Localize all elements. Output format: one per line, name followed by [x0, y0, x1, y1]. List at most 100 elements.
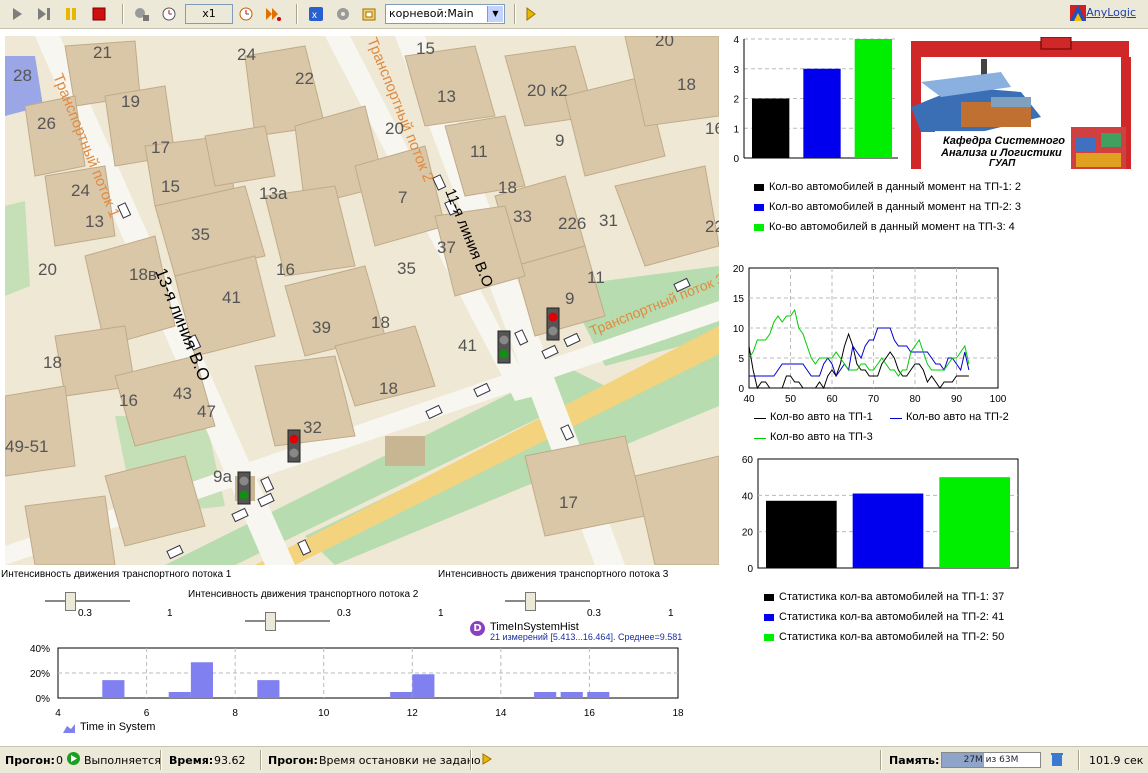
y-tick-label: 0% — [36, 694, 51, 705]
speed-field[interactable]: x1 — [185, 4, 233, 24]
building-number: 20 — [385, 119, 404, 138]
run-until-small-icon[interactable] — [481, 753, 493, 768]
faster-icon[interactable] — [237, 5, 255, 23]
slider-2-title: Интенсивность движения транспортного пот… — [188, 589, 419, 600]
settings-icon[interactable] — [334, 5, 352, 23]
trash-icon[interactable] — [1050, 752, 1064, 770]
slider-1-max: 1 — [167, 608, 173, 619]
toolbar: x1 x корневой:Main ▼ AnyLogic — [0, 0, 1148, 29]
building-number: 16 — [119, 391, 138, 410]
slider-1-thumb[interactable] — [65, 592, 76, 611]
stop-icon[interactable] — [90, 5, 108, 23]
x-tick-label: 8 — [232, 708, 238, 719]
logo-title-line-1: Кафедра Системного — [943, 135, 1065, 147]
anylogic-logo-icon — [1070, 5, 1086, 21]
legend-swatch — [754, 184, 764, 191]
histogram-bar — [168, 692, 191, 698]
building-number: 226 — [558, 214, 586, 233]
x-tick-label: 50 — [785, 394, 797, 405]
building-number: 17 — [559, 493, 578, 512]
histogram-bar — [587, 692, 610, 698]
chart-histogram: 4 6 8 10 12 14 16 18 40% 20% 0% — [30, 644, 684, 719]
step-icon[interactable] — [35, 5, 53, 23]
root-combo[interactable]: корневой:Main ▼ — [385, 4, 505, 24]
slider-3[interactable] — [505, 592, 590, 611]
histogram-legend-icon — [63, 723, 75, 733]
histogram-bar — [560, 692, 583, 698]
building-number: 7 — [398, 188, 407, 207]
pause-icon[interactable] — [62, 5, 80, 23]
building-number: 15 — [416, 39, 435, 58]
y-tick-label: 0 — [733, 154, 739, 165]
y-tick-label: 5 — [738, 354, 744, 365]
building-number: 13а — [259, 184, 288, 203]
slider-2[interactable] — [245, 612, 330, 631]
histogram-bar — [534, 692, 557, 698]
view-icon[interactable] — [361, 5, 379, 23]
anylogic-link[interactable]: AnyLogic — [1086, 6, 1136, 19]
export-icon[interactable] — [522, 5, 540, 23]
building-number: 13 — [85, 212, 104, 231]
x-tick-label: 100 — [990, 394, 1007, 405]
memory-value: 27M из 63M — [963, 755, 1019, 765]
chart-bottom-bars: 0 20 40 60 — [742, 455, 1019, 575]
slider-3-thumb[interactable] — [525, 592, 536, 611]
run-icon[interactable] — [8, 5, 26, 23]
y-tick-label: 20% — [30, 669, 50, 680]
building-number: 19 — [121, 92, 140, 111]
bar — [939, 477, 1010, 568]
traffic-light-1 — [546, 307, 560, 341]
status-bar: Прогон: 0 Выполняется Время: 93.62 Прого… — [0, 746, 1148, 773]
run-until-icon[interactable] — [264, 5, 282, 23]
x-tick-label: 16 — [584, 708, 596, 719]
slider-3-title: Интенсивность движения транспортного пот… — [438, 569, 669, 580]
chevron-down-icon[interactable]: ▼ — [487, 6, 503, 22]
stop-value: Время остановки не задано — [319, 754, 481, 767]
toolbar-separator — [122, 4, 124, 24]
x-tick-label: 10 — [318, 708, 330, 719]
traffic-light-3 — [287, 429, 301, 463]
slider-2-thumb[interactable] — [265, 612, 276, 631]
y-tick-label: 4 — [733, 35, 739, 46]
root-combo-value: корневой:Main — [389, 7, 474, 20]
y-tick-label: 40% — [30, 644, 50, 655]
legend-swatch — [754, 224, 764, 231]
legend-swatch — [754, 204, 764, 211]
street-map: Транспортный поток 1 Транспортный поток … — [5, 36, 719, 565]
legend-label: Статистика кол-ва автомобилей на ТП-1: 3… — [779, 591, 1005, 603]
x-tick-label: 90 — [951, 394, 963, 405]
legend-swatch — [764, 634, 774, 641]
experiment-icon[interactable]: x — [307, 5, 325, 23]
traffic-light-4 — [237, 471, 251, 505]
x-tick-label: 12 — [407, 708, 419, 719]
chart-line: 40 50 60 70 80 90 100 0 5 10 15 20 — [733, 264, 1007, 405]
slower-icon[interactable] — [133, 5, 151, 23]
x-tick-label: 60 — [826, 394, 838, 405]
building-number: 9 — [565, 289, 574, 308]
time-label: Время: — [169, 754, 214, 767]
line-legend: Кол-во авто на ТП-1 Кол-во авто на ТП-2 … — [752, 411, 1052, 451]
legend-label: Статистика кол-ва автомобилей на ТП-2: 4… — [779, 611, 1005, 623]
building-number: 24 — [71, 181, 90, 200]
building-number: 18 — [43, 353, 62, 372]
histogram-bar — [390, 692, 413, 698]
building-number: 22 — [705, 217, 719, 236]
svg-text:x: x — [312, 10, 317, 21]
run-state: Выполняется — [84, 754, 161, 767]
building-number: 35 — [191, 225, 210, 244]
clock-icon[interactable] — [160, 5, 178, 23]
building-number: 16 — [276, 260, 295, 279]
histogram-bar — [412, 674, 435, 698]
building-number: 13 — [437, 87, 456, 106]
y-tick-label: 0 — [738, 384, 744, 395]
legend-line — [754, 438, 766, 439]
building-number: 32 — [303, 418, 322, 437]
building-number: 41 — [458, 336, 477, 355]
x-tick-label: 70 — [868, 394, 880, 405]
building-number: 37 — [437, 238, 456, 257]
y-tick-label: 2 — [733, 95, 739, 106]
building-number: 20 — [655, 36, 674, 50]
dataset-badge-icon[interactable]: D — [470, 621, 485, 636]
traffic-light-2 — [497, 330, 511, 364]
histogram-bar — [257, 680, 280, 698]
